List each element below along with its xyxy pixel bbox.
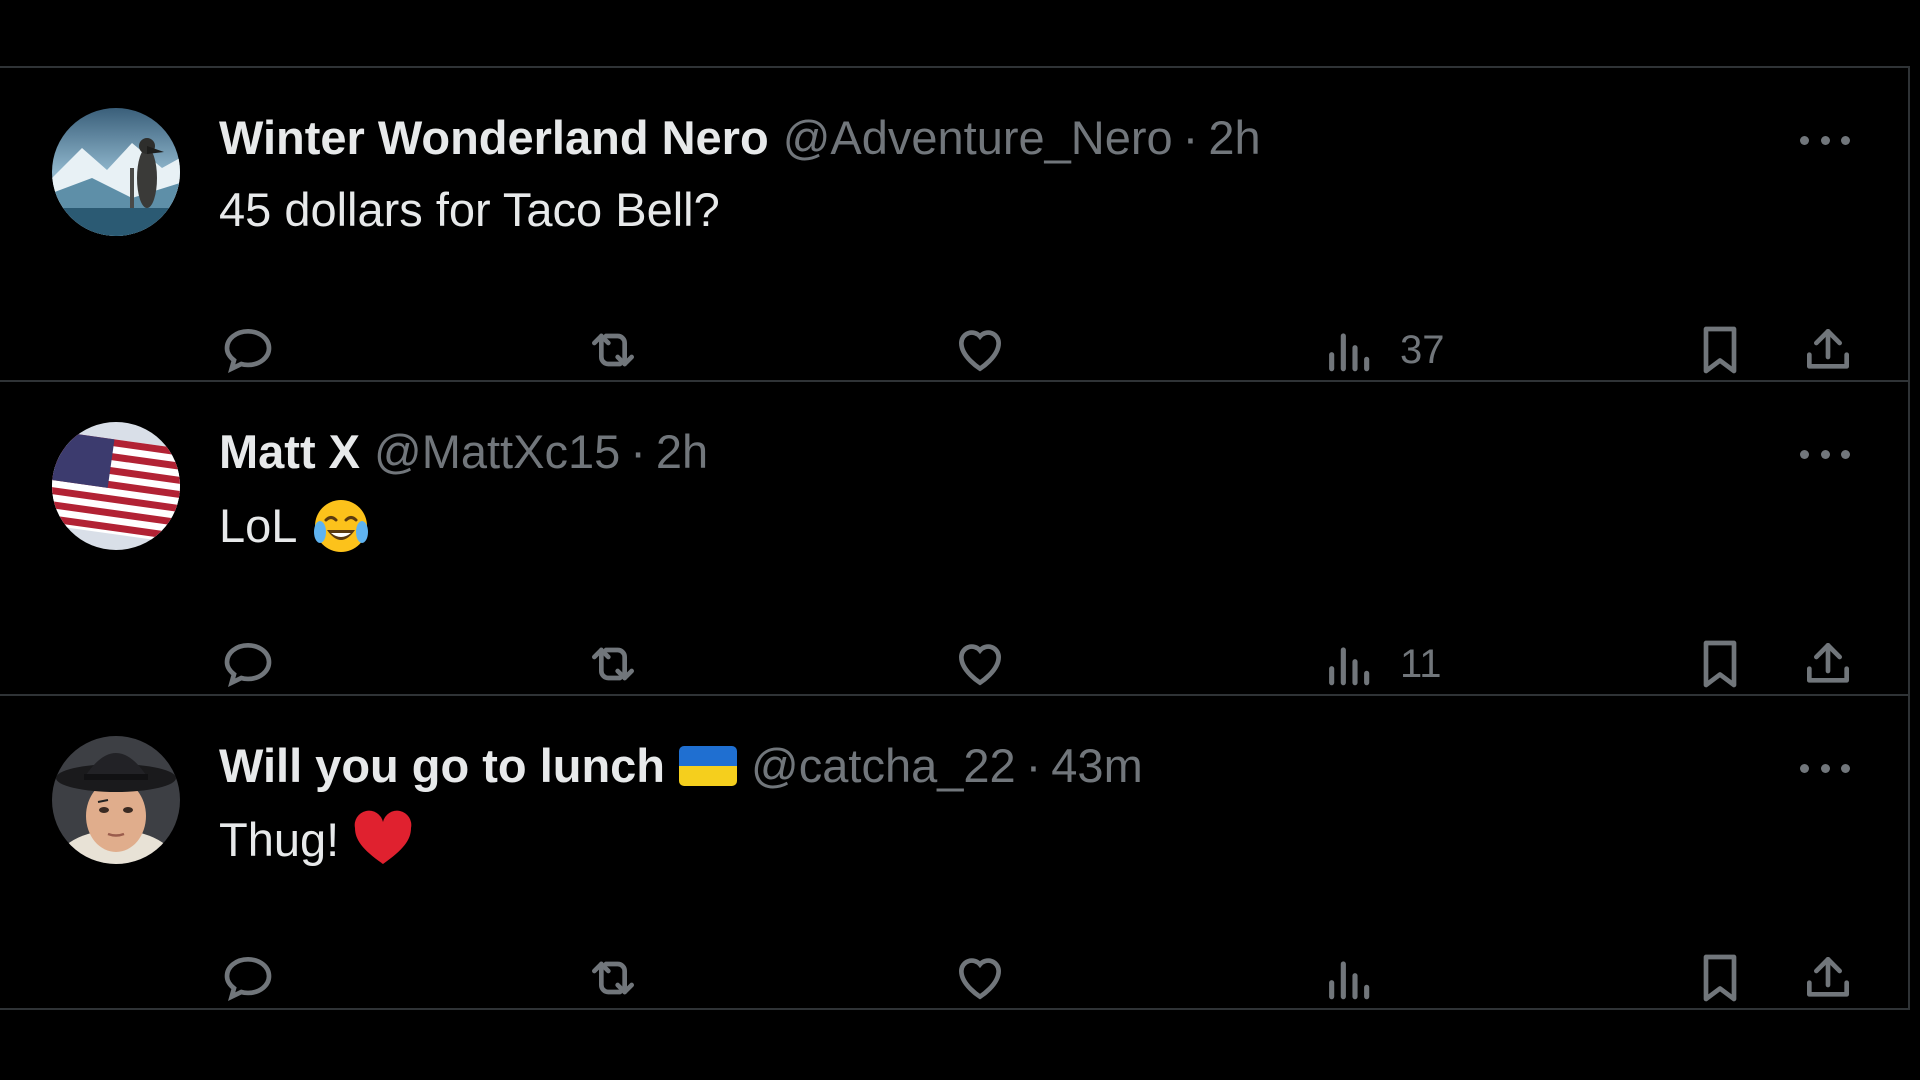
more-icon[interactable] — [1800, 128, 1850, 152]
tweet-header: Will you go to lunch @catcha_22 · 43m — [219, 740, 1143, 792]
winter-landscape-avatar[interactable] — [52, 108, 180, 236]
share-icon — [1800, 636, 1856, 692]
display-name[interactable]: Will you go to lunch — [219, 740, 665, 792]
bookmark-button[interactable] — [1692, 320, 1748, 380]
red-heart-emoji — [353, 810, 413, 870]
timestamp[interactable]: 43m — [1051, 740, 1142, 792]
us-flag-avatar[interactable] — [52, 422, 180, 550]
reply-icon — [220, 950, 276, 1006]
tweet[interactable]: Winter Wonderland Nero @Adventure_Nero ·… — [0, 68, 1908, 382]
display-name[interactable]: Matt X — [219, 426, 360, 478]
tweet-text-block: 45 dollars for Taco Bell? — [219, 182, 720, 238]
retweet-icon — [585, 322, 641, 378]
views-icon — [1320, 636, 1376, 692]
views-count: 37 — [1400, 327, 1445, 372]
tweet-feed: Winter Wonderland Nero @Adventure_Nero ·… — [0, 66, 1910, 1010]
retweet-icon — [585, 636, 641, 692]
bookmark-button[interactable] — [1692, 634, 1748, 694]
share-icon — [1800, 322, 1856, 378]
tweet-text: 45 dollars for Taco Bell? — [219, 183, 720, 236]
views-button[interactable]: 11 — [1320, 634, 1442, 694]
like-button[interactable] — [952, 948, 1008, 1008]
tweet-text-block: LoL — [219, 496, 371, 556]
bookmark-icon — [1692, 950, 1748, 1006]
like-button[interactable] — [952, 634, 1008, 694]
reply-icon — [220, 636, 276, 692]
like-button[interactable] — [952, 320, 1008, 380]
bookmark-icon — [1692, 322, 1748, 378]
ukraine-flag-emoji — [679, 746, 738, 786]
views-button[interactable]: 37 — [1320, 320, 1445, 380]
tweet-text-block: Thug! — [219, 810, 413, 870]
share-button[interactable] — [1800, 948, 1856, 1008]
timestamp[interactable]: 2h — [1208, 112, 1260, 164]
separator-dot: · — [1182, 111, 1199, 164]
user-handle[interactable]: @catcha_22 — [751, 740, 1016, 792]
views-button[interactable] — [1320, 948, 1400, 1008]
tweet-header: Matt X @MattXc15 · 2h — [219, 426, 708, 478]
user-handle[interactable]: @MattXc15 — [374, 426, 620, 478]
like-icon — [952, 322, 1008, 378]
more-icon[interactable] — [1800, 442, 1850, 466]
display-name[interactable]: Winter Wonderland Nero — [219, 112, 769, 164]
like-icon — [952, 636, 1008, 692]
like-icon — [952, 950, 1008, 1006]
share-button[interactable] — [1800, 634, 1856, 694]
views-icon — [1320, 322, 1376, 378]
reply-button[interactable] — [220, 948, 276, 1008]
timestamp[interactable]: 2h — [656, 426, 708, 478]
tweet[interactable]: Matt X @MattXc15 · 2h LoL 11 — [0, 382, 1908, 696]
tears-of-joy-emoji — [311, 496, 371, 556]
tweet-text: Thug! — [219, 813, 340, 866]
user-handle[interactable]: @Adventure_Nero — [783, 112, 1173, 164]
bowler-hat-portrait-avatar[interactable] — [52, 736, 180, 864]
tweet[interactable]: Will you go to lunch @catcha_22 · 43m Th… — [0, 696, 1908, 1010]
separator-dot: · — [1025, 739, 1042, 792]
views-count: 11 — [1400, 641, 1442, 686]
reply-button[interactable] — [220, 320, 276, 380]
views-icon — [1320, 950, 1376, 1006]
retweet-icon — [585, 950, 641, 1006]
reply-button[interactable] — [220, 634, 276, 694]
retweet-button[interactable] — [585, 320, 641, 380]
retweet-button[interactable] — [585, 634, 641, 694]
more-icon[interactable] — [1800, 756, 1850, 780]
share-icon — [1800, 950, 1856, 1006]
reply-icon — [220, 322, 276, 378]
tweet-header: Winter Wonderland Nero @Adventure_Nero ·… — [219, 112, 1261, 164]
share-button[interactable] — [1800, 320, 1856, 380]
bookmark-icon — [1692, 636, 1748, 692]
retweet-button[interactable] — [585, 948, 641, 1008]
separator-dot: · — [630, 425, 646, 478]
bookmark-button[interactable] — [1692, 948, 1748, 1008]
tweet-text: LoL — [219, 499, 298, 552]
